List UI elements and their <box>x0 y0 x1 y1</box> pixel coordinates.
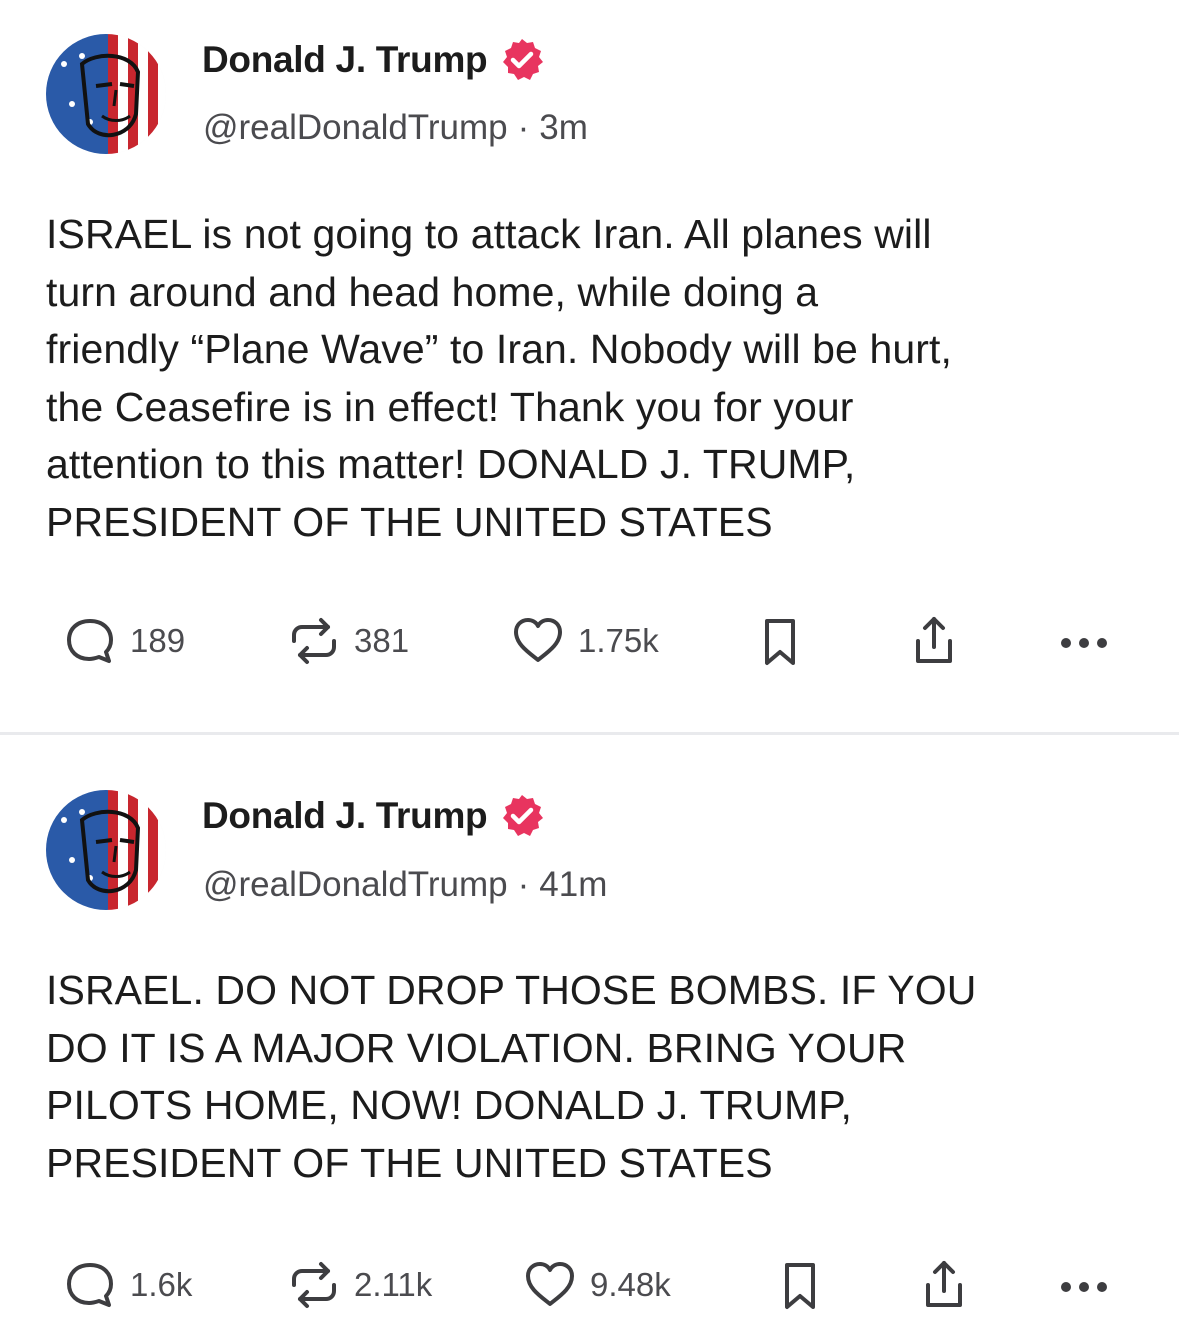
post-time[interactable]: 3m <box>539 108 588 147</box>
repost-icon <box>292 618 336 664</box>
avatar[interactable] <box>46 34 166 154</box>
reply-count: 189 <box>130 622 186 659</box>
action-bar: 189 381 1.75k <box>0 611 1179 671</box>
like-count: 9.48k <box>590 1266 671 1303</box>
repost-count: 2.11k <box>354 1266 433 1303</box>
display-name[interactable]: Donald J. Trump <box>202 795 488 837</box>
repost-button[interactable]: 381 <box>286 611 409 671</box>
post-time[interactable]: 41m <box>539 865 607 904</box>
post-text: ISRAEL. DO NOT DROP THOSE BOMBS. IF YOU … <box>46 967 977 1186</box>
post-text: ISRAEL is not going to attack Iran. All … <box>46 211 952 545</box>
reply-button[interactable]: 189 <box>62 611 185 671</box>
repost-icon <box>292 1262 336 1308</box>
avatar-image <box>46 790 166 910</box>
reply-count: 1.6k <box>130 1266 193 1303</box>
share-button[interactable] <box>916 1255 972 1315</box>
reply-icon <box>67 1263 113 1307</box>
like-button[interactable]: 9.48k <box>522 1255 671 1315</box>
more-button[interactable] <box>1056 611 1116 671</box>
like-button[interactable]: 1.75k <box>510 611 659 671</box>
verified-badge-icon <box>499 37 545 83</box>
post-1[interactable]: Donald J. Trump @realDonaldTrump · 3m ISRA… <box>0 0 1179 732</box>
share-button[interactable] <box>906 611 962 671</box>
handle[interactable]: @realDonaldTrump <box>203 865 508 904</box>
post-2[interactable]: Donald J. Trump @realDonaldTrump · 41m ISR… <box>0 737 1179 1330</box>
author-name-row: Donald J. Trump <box>202 794 545 838</box>
bookmark-icon <box>785 1263 815 1309</box>
like-count: 1.75k <box>578 622 659 659</box>
repost-count: 381 <box>354 622 410 659</box>
handle-row: @realDonaldTrump · 3m <box>203 106 588 150</box>
handle-row: @realDonaldTrump · 41m <box>203 863 607 907</box>
handle[interactable]: @realDonaldTrump <box>203 108 508 147</box>
share-icon <box>916 617 952 663</box>
more-icon <box>1061 638 1107 648</box>
bookmark-icon <box>765 619 795 665</box>
reply-icon <box>67 619 113 663</box>
repost-button[interactable]: 2.11k <box>286 1255 432 1315</box>
post-divider <box>0 732 1179 735</box>
heart-icon <box>514 618 562 662</box>
handle-separator: · <box>517 108 530 147</box>
author-name-row: Donald J. Trump <box>202 38 545 82</box>
display-name[interactable]: Donald J. Trump <box>202 39 488 81</box>
avatar-image <box>46 34 166 154</box>
reply-button[interactable]: 1.6k <box>62 1255 192 1315</box>
bookmark-button[interactable] <box>752 611 808 671</box>
handle-separator: · <box>517 865 530 904</box>
more-button[interactable] <box>1056 1255 1116 1315</box>
bookmark-button[interactable] <box>772 1255 828 1315</box>
avatar[interactable] <box>46 790 166 910</box>
share-icon <box>926 1261 962 1307</box>
heart-icon <box>526 1262 574 1306</box>
action-bar: 1.6k 2.11k 9.48k <box>0 1255 1179 1315</box>
more-icon <box>1061 1282 1107 1292</box>
verified-badge-icon <box>499 793 545 839</box>
